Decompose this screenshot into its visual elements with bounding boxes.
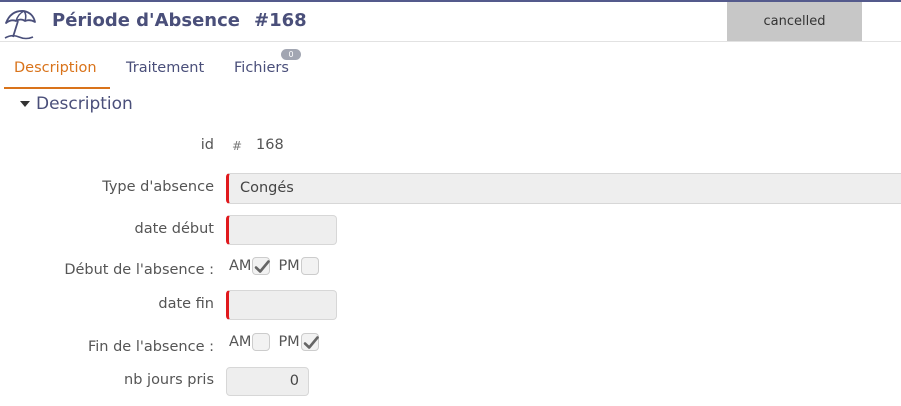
beach-umbrella-icon [4, 10, 36, 40]
status-badge: cancelled [727, 2, 862, 41]
debut-am-label: AM [229, 258, 252, 274]
page-title-text: Période d'Absence [52, 10, 240, 31]
debut-absence-options: AM PM [229, 257, 327, 275]
active-tab-indicator [4, 87, 110, 89]
fichiers-count-badge: 0 [281, 49, 301, 60]
page-header: Période d'Absence #168 cancelled [0, 2, 901, 42]
fin-am-checkbox[interactable] [252, 333, 271, 351]
fin-absence-options: AM PM [229, 333, 327, 351]
nb-jours-label: nb jours pris [124, 372, 214, 388]
id-label: id [200, 137, 214, 153]
debut-absence-label: Début de l'absence : [64, 262, 214, 278]
date-debut-label: date début [134, 221, 214, 237]
debut-pm-label: PM [278, 258, 300, 274]
record-number: #168 [254, 10, 307, 31]
fin-pm-checkbox[interactable] [300, 333, 319, 351]
checkmark-icon [303, 336, 319, 349]
caret-down-icon [20, 101, 30, 107]
hash-icon: # [232, 139, 243, 153]
nb-jours-field[interactable]: 0 [226, 367, 309, 396]
tab-fichiers[interactable]: Fichiers [234, 60, 289, 76]
debut-am-checkbox[interactable] [252, 257, 271, 275]
fin-pm-label: PM [278, 334, 300, 350]
section-toggle-description[interactable]: Description [20, 93, 133, 115]
tab-description[interactable]: Description [14, 60, 97, 76]
date-debut-field[interactable] [226, 215, 337, 245]
debut-pm-checkbox[interactable] [300, 257, 319, 275]
section-title: Description [36, 94, 133, 114]
tab-traitement[interactable]: Traitement [126, 60, 204, 76]
id-value: 168 [256, 137, 284, 153]
type-absence-field[interactable]: Congés [226, 173, 901, 204]
fin-absence-label: Fin de l'absence : [87, 339, 214, 355]
tab-bar: Description Traitement Fichiers 0 [0, 42, 901, 90]
date-fin-field[interactable] [226, 290, 337, 320]
date-fin-label: date fin [158, 296, 214, 312]
checkmark-icon [255, 260, 271, 273]
page-title: Période d'Absence #168 [52, 10, 307, 31]
type-absence-label: Type d'absence [102, 179, 214, 195]
fin-am-label: AM [229, 334, 252, 350]
